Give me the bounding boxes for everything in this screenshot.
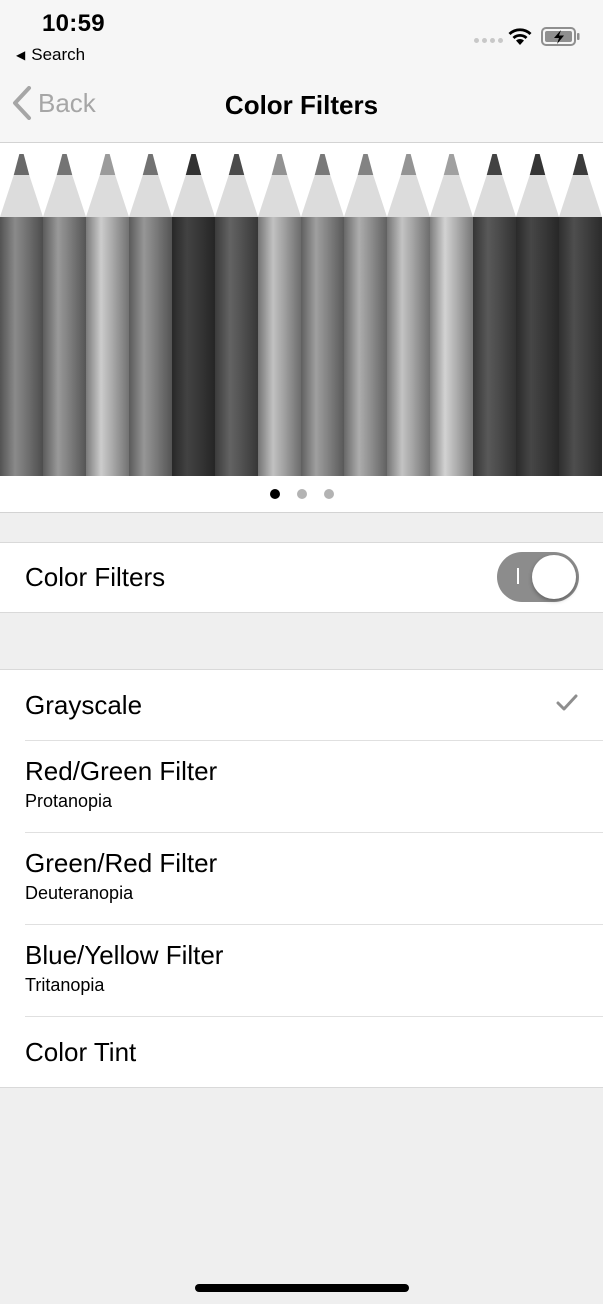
page-title: Color Filters [224, 90, 379, 120]
switch-knob [532, 555, 576, 599]
switch-on-mark-icon [517, 568, 519, 584]
pencil [86, 154, 129, 476]
back-app-label: Search [31, 45, 86, 64]
page-dot[interactable] [323, 489, 334, 499]
color-filters-toggle-label: Color Filters [25, 562, 166, 592]
filter-option-red-green[interactable]: Red/Green Filter Protanopia [0, 741, 603, 833]
pencil [301, 154, 344, 476]
filter-option-label: Blue/Yellow Filter [25, 940, 224, 970]
status-time: 10:59 [42, 10, 105, 37]
back-triangle-icon: ◀ [16, 48, 26, 62]
page-dot[interactable] [296, 489, 307, 499]
cellular-signal-icon [474, 38, 503, 43]
back-to-app-link[interactable]: ◀ Search [16, 45, 85, 65]
pencil [172, 154, 215, 476]
pencil [559, 154, 602, 476]
pencils-image [0, 154, 602, 476]
pencil [129, 154, 172, 476]
pencil [0, 154, 43, 476]
filter-option-color-tint[interactable]: Color Tint [0, 1017, 603, 1087]
pencil [43, 154, 86, 476]
page-indicator[interactable] [0, 476, 603, 513]
checkmark-icon [556, 694, 578, 711]
filter-option-sublabel: Deuteranopia [25, 883, 134, 903]
home-indicator[interactable] [195, 1284, 409, 1292]
filter-preview-carousel[interactable] [0, 143, 603, 476]
filter-option-sublabel: Tritanopia [25, 975, 105, 995]
pencil [430, 154, 473, 476]
page-dot[interactable] [269, 489, 280, 499]
color-filters-toggle-row: Color Filters [0, 543, 603, 612]
pencil [387, 154, 430, 476]
wifi-icon [508, 28, 532, 45]
filter-option-label: Grayscale [25, 690, 143, 720]
color-filters-switch[interactable] [497, 552, 579, 602]
color-filters-toggle-section: Color Filters [0, 542, 603, 613]
pencil [516, 154, 559, 476]
pencil [344, 154, 387, 476]
filter-option-label: Green/Red Filter [25, 848, 218, 878]
filter-option-label: Red/Green Filter [25, 756, 218, 786]
filter-option-green-red[interactable]: Green/Red Filter Deuteranopia [0, 833, 603, 925]
pencil [215, 154, 258, 476]
filter-option-sublabel: Protanopia [25, 791, 113, 811]
pencil [473, 154, 516, 476]
filter-option-blue-yellow[interactable]: Blue/Yellow Filter Tritanopia [0, 925, 603, 1017]
navigation-bar: Back Color Filters [0, 70, 603, 143]
battery-charging-icon [541, 27, 580, 46]
filter-options-list: Grayscale Red/Green Filter Protanopia Gr… [0, 669, 603, 1088]
pencil [258, 154, 301, 476]
status-bar: 10:59 ◀ Search [0, 0, 603, 70]
filter-option-label: Color Tint [25, 1037, 137, 1067]
filter-option-grayscale[interactable]: Grayscale [0, 670, 603, 741]
